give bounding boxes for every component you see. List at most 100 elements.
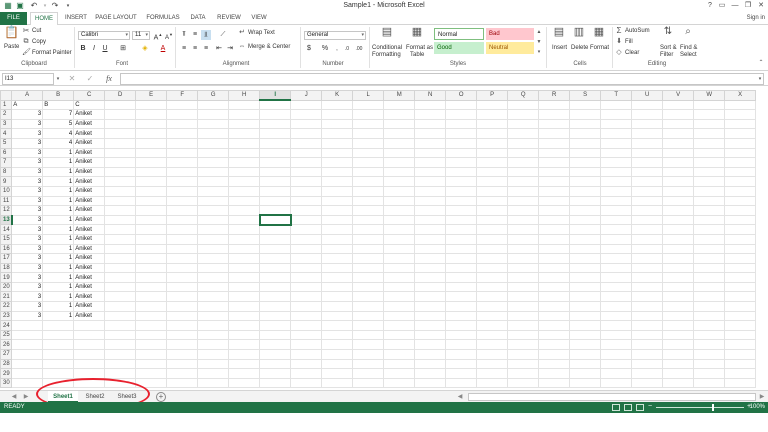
cell[interactable] — [135, 109, 168, 120]
cell[interactable] — [631, 329, 664, 341]
cell[interactable] — [724, 99, 757, 111]
fill-color-icon[interactable]: ◈ — [140, 44, 150, 54]
column-header[interactable]: L — [352, 90, 385, 101]
cell[interactable] — [135, 214, 168, 226]
cell[interactable] — [135, 281, 168, 293]
cell[interactable] — [569, 224, 602, 235]
cell[interactable] — [600, 166, 633, 178]
cell[interactable] — [538, 281, 571, 293]
cell[interactable] — [104, 243, 137, 255]
cell[interactable] — [197, 109, 230, 120]
percent-style-icon[interactable]: % — [320, 44, 330, 54]
cell[interactable] — [73, 358, 106, 370]
cell[interactable] — [228, 301, 261, 312]
font-size-combo[interactable]: 11 ▾ — [132, 31, 150, 40]
cell[interactable] — [538, 185, 571, 197]
cell[interactable]: 1 — [42, 233, 75, 245]
cell[interactable] — [42, 349, 75, 360]
tab-view[interactable]: VIEW — [248, 12, 270, 25]
cell[interactable] — [476, 243, 509, 255]
cell[interactable]: 3 — [11, 291, 44, 303]
row-header[interactable]: 3 — [0, 118, 13, 130]
cell[interactable] — [166, 281, 199, 293]
cell[interactable] — [104, 329, 137, 341]
cell[interactable]: 3 — [11, 253, 44, 264]
cell[interactable] — [445, 272, 478, 283]
cell[interactable]: Aniket — [73, 214, 106, 226]
cell[interactable] — [414, 272, 447, 283]
cell[interactable] — [662, 205, 695, 216]
cell[interactable] — [538, 128, 571, 139]
cell[interactable] — [600, 358, 633, 370]
cancel-entry-icon[interactable]: ✕ — [68, 74, 76, 84]
cell[interactable] — [197, 349, 230, 360]
cell[interactable]: Aniket — [73, 301, 106, 312]
cell[interactable] — [290, 368, 323, 379]
cell[interactable] — [724, 185, 757, 197]
cell[interactable] — [352, 176, 385, 187]
column-header[interactable]: E — [135, 90, 168, 101]
cell[interactable] — [662, 291, 695, 303]
cell[interactable] — [228, 224, 261, 235]
cell[interactable] — [104, 176, 137, 187]
copy-button[interactable]: Copy — [32, 38, 46, 46]
cell[interactable] — [662, 272, 695, 283]
minimize-icon[interactable]: — — [729, 1, 741, 11]
cell[interactable] — [259, 301, 292, 312]
cell[interactable] — [507, 137, 540, 149]
cell[interactable] — [693, 157, 726, 168]
cell[interactable] — [631, 262, 664, 274]
cell[interactable]: Aniket — [73, 128, 106, 139]
cell[interactable] — [104, 310, 137, 322]
cell[interactable] — [383, 377, 416, 389]
cell[interactable]: 1 — [42, 157, 75, 168]
row-header[interactable]: 15 — [0, 233, 13, 245]
cell[interactable] — [104, 262, 137, 274]
cell[interactable] — [724, 118, 757, 130]
row-header[interactable]: 12 — [0, 205, 13, 216]
cell[interactable] — [600, 301, 633, 312]
cell[interactable] — [662, 185, 695, 197]
cell[interactable] — [290, 262, 323, 274]
cell[interactable] — [507, 99, 540, 111]
cell[interactable] — [135, 301, 168, 312]
cell[interactable] — [352, 281, 385, 293]
conditional-formatting-icon[interactable]: ▤ — [380, 27, 394, 38]
row-header[interactable]: 25 — [0, 329, 13, 341]
cell[interactable] — [104, 339, 137, 351]
cell[interactable] — [414, 368, 447, 379]
cell[interactable] — [724, 176, 757, 187]
row-header[interactable]: 17 — [0, 253, 13, 264]
cell[interactable] — [693, 185, 726, 197]
row-header[interactable]: 29 — [0, 368, 13, 379]
cell[interactable] — [476, 214, 509, 226]
cell[interactable]: 1 — [42, 272, 75, 283]
cell[interactable] — [476, 233, 509, 245]
cell[interactable] — [414, 195, 447, 207]
cell[interactable]: 1 — [42, 262, 75, 274]
cell[interactable] — [724, 310, 757, 322]
cell[interactable] — [383, 281, 416, 293]
cell[interactable] — [104, 291, 137, 303]
cell[interactable] — [321, 128, 354, 139]
select-all-corner[interactable] — [0, 90, 13, 101]
cell[interactable] — [42, 368, 75, 379]
cell[interactable] — [197, 185, 230, 197]
cell[interactable] — [414, 349, 447, 360]
align-bottom-icon[interactable]: ⫫ — [201, 30, 211, 40]
worksheet-grid[interactable]: ABCDEFGHIJKLMNOPQRSTUVWX 1 A B C 2 3 7 Aniket 3 3… — [0, 90, 768, 390]
tab-page-layout[interactable]: PAGE LAYOUT — [94, 12, 138, 25]
cell[interactable] — [290, 349, 323, 360]
font-name-combo[interactable]: Calibri ▾ — [78, 31, 130, 40]
cell[interactable]: 1 — [42, 195, 75, 207]
cell[interactable] — [476, 329, 509, 341]
cell[interactable] — [73, 339, 106, 351]
cell[interactable] — [135, 358, 168, 370]
cell[interactable] — [414, 99, 447, 111]
cell[interactable] — [197, 128, 230, 139]
cell[interactable] — [73, 329, 106, 341]
cell[interactable] — [383, 301, 416, 312]
cell[interactable] — [662, 262, 695, 274]
cell[interactable] — [414, 358, 447, 370]
cell[interactable] — [600, 262, 633, 274]
